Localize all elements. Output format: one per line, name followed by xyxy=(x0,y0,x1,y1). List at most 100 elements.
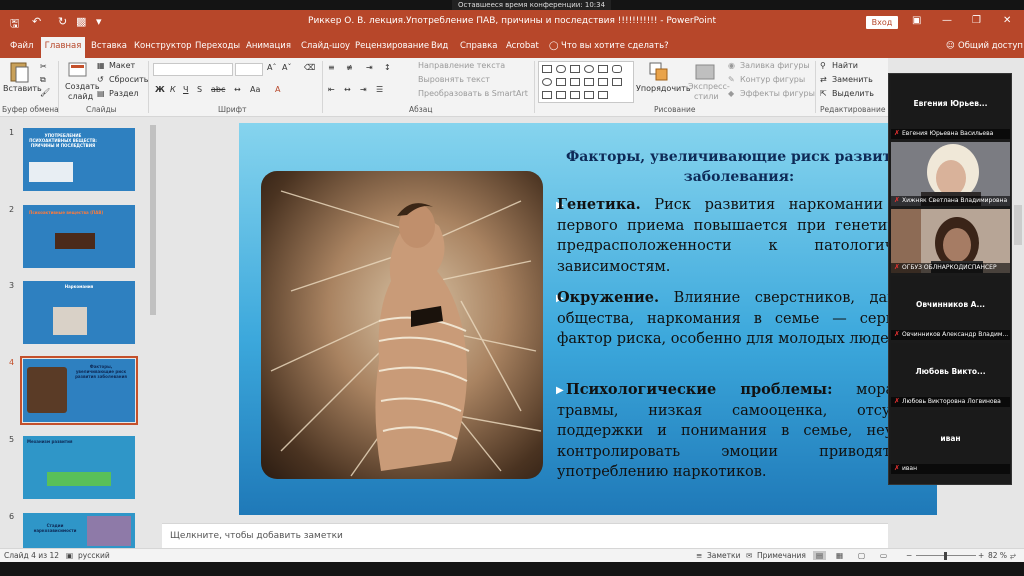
tab-design[interactable]: Конструктор xyxy=(134,41,192,51)
cut-icon[interactable]: ✂ xyxy=(40,62,47,71)
select-button[interactable]: Выделить xyxy=(832,89,874,98)
new-slide-label-1[interactable]: Создать xyxy=(65,82,100,91)
freeform-shape-icon[interactable] xyxy=(556,91,566,99)
comments-toggle[interactable]: Примечания xyxy=(757,551,806,560)
slide-title[interactable]: Факторы, увеличивающие риск развития заб… xyxy=(539,147,937,187)
participant-tile[interactable]: Евгения Юрьев... ✗ Евгения Юрьевна Василь… xyxy=(891,75,1010,139)
font-color-icon[interactable]: A xyxy=(275,85,280,94)
slide-bullet-1[interactable]: Генетика. Риск развития наркомании после… xyxy=(557,195,937,277)
arrange-icon[interactable] xyxy=(648,61,670,83)
shadow-button[interactable]: S xyxy=(197,85,202,94)
participant-tile[interactable]: Любовь Викто... ✗ Любовь Викторовна Логви… xyxy=(891,343,1010,407)
tell-me-search[interactable]: Что вы хотите сделать? xyxy=(561,41,669,51)
new-slide-icon[interactable] xyxy=(68,61,88,79)
participant-tile[interactable]: Овчинников А... ✗ Овчинников Александр Вл… xyxy=(891,276,1010,340)
maximize-icon[interactable]: ❐ xyxy=(972,15,981,26)
align-text-button[interactable]: Выровнять текст xyxy=(418,75,490,84)
quick-styles-label-1[interactable]: Экспресс- xyxy=(688,82,730,91)
font-size-input[interactable] xyxy=(235,63,263,76)
slide-bullet-2[interactable]: Окружение. Влияние сверстников, давление… xyxy=(557,288,937,350)
slide-thumbnail-6[interactable]: Стадии наркозависимости xyxy=(23,513,135,548)
close-icon[interactable]: ✕ xyxy=(1003,15,1011,26)
zoom-slider-handle[interactable] xyxy=(944,552,947,560)
tab-review[interactable]: Рецензирование xyxy=(355,41,429,51)
ribbon-display-icon[interactable]: ▣ xyxy=(912,15,921,26)
clear-format-icon[interactable]: ⌫ xyxy=(304,63,315,72)
sign-in-button[interactable]: Вход xyxy=(866,16,898,29)
notes-toggle[interactable]: Заметки xyxy=(707,551,740,560)
paste-icon[interactable] xyxy=(8,61,30,83)
rectangle-shape-icon[interactable] xyxy=(542,65,552,73)
text-direction-button[interactable]: Направление текста xyxy=(418,61,505,70)
find-button[interactable]: Найти xyxy=(832,61,858,70)
bullets-icon[interactable]: ≡ xyxy=(328,63,335,72)
slide-thumbnail-2[interactable]: Психоактивные вещества (ПАВ) xyxy=(23,205,135,268)
strikethrough-button[interactable]: abc xyxy=(211,85,225,94)
underline-button[interactable]: Ч xyxy=(183,85,188,94)
quick-styles-icon[interactable] xyxy=(694,61,716,83)
section-button[interactable]: Раздел xyxy=(109,89,139,98)
participant-tile[interactable]: иван ✗ иван xyxy=(891,410,1010,474)
tab-acrobat[interactable]: Acrobat xyxy=(506,41,539,51)
numbering-icon[interactable]: ≢ xyxy=(346,63,353,72)
shape-more-icon[interactable] xyxy=(598,91,608,99)
shape-outline-button[interactable]: Контур фигуры xyxy=(740,75,805,84)
zoom-level[interactable]: 82 % xyxy=(988,551,1007,560)
square-shape-icon[interactable] xyxy=(598,65,608,73)
tab-help[interactable]: Справка xyxy=(460,41,497,51)
participant-tile-video[interactable]: ✗ Хижняк Светлана Владимировна xyxy=(891,142,1010,206)
oval-shape-icon[interactable] xyxy=(556,65,566,73)
justify-icon[interactable]: ☰ xyxy=(376,85,383,94)
participants-scrollbar[interactable] xyxy=(1014,205,1022,245)
slide-thumbnail-5[interactable]: Механизм развития xyxy=(23,436,135,499)
callout-shape-icon[interactable] xyxy=(570,91,580,99)
paste-button[interactable]: Вставить xyxy=(3,84,42,93)
triangle-shape-icon[interactable] xyxy=(556,78,566,86)
notes-pane[interactable]: Щелкните, чтобы добавить заметки xyxy=(162,523,888,548)
arc-shape-icon[interactable] xyxy=(542,78,552,86)
shapes-gallery[interactable] xyxy=(538,61,634,103)
zoom-in-icon[interactable]: + xyxy=(978,551,984,560)
slide-sorter-icon[interactable]: ▦ xyxy=(836,551,843,560)
font-grow-icon[interactable]: Aˆ xyxy=(267,63,276,72)
tab-slideshow[interactable]: Слайд-шоу xyxy=(301,41,350,51)
replace-button[interactable]: Заменить xyxy=(832,75,873,84)
tab-transitions[interactable]: Переходы xyxy=(195,41,240,51)
circle-shape-icon[interactable] xyxy=(584,65,594,73)
language-indicator[interactable]: русский xyxy=(78,551,110,560)
tab-view[interactable]: Вид xyxy=(431,41,448,51)
line-spacing-icon[interactable]: ↕ xyxy=(384,63,391,72)
format-painter-icon[interactable]: 🖌 xyxy=(40,88,50,97)
change-case-icon[interactable]: Aa xyxy=(250,85,260,94)
slideshow-view-icon[interactable]: ▭ xyxy=(880,551,887,560)
copy-icon[interactable]: ⧉ xyxy=(40,75,46,85)
align-right-icon[interactable]: ⇥ xyxy=(360,85,367,94)
char-spacing-icon[interactable]: ↔ xyxy=(234,85,241,94)
slide-bullet-3[interactable]: Психологические проблемы: моральные трав… xyxy=(557,380,937,483)
minimize-icon[interactable]: — xyxy=(942,15,952,26)
indent-icon[interactable]: ⇥ xyxy=(366,63,373,72)
slide-thumbnail-1[interactable]: УПОТРЕБЛЕНИЕ ПСИХОАКТИВНЫХ ВЕЩЕСТВ: ПРИЧ… xyxy=(23,128,135,191)
normal-view-icon[interactable]: ▤ xyxy=(813,551,827,560)
align-center-icon[interactable]: ↔ xyxy=(344,85,351,94)
quick-styles-label-2[interactable]: стили xyxy=(694,92,719,101)
font-name-input[interactable] xyxy=(153,63,233,76)
arrange-button[interactable]: Упорядочить xyxy=(636,84,691,93)
slide-photo[interactable] xyxy=(261,171,543,479)
current-slide[interactable]: Факторы, увеличивающие риск развития заб… xyxy=(239,123,937,515)
italic-button[interactable]: К xyxy=(170,85,176,94)
arrow-shape-icon[interactable] xyxy=(584,78,594,86)
font-shrink-icon[interactable]: Aˇ xyxy=(282,63,291,72)
zoom-out-icon[interactable]: − xyxy=(906,551,912,560)
tab-file[interactable]: Файл xyxy=(10,41,33,51)
rounded-shape-icon[interactable] xyxy=(612,65,622,73)
bracket-shape-icon[interactable] xyxy=(584,91,594,99)
layout-button[interactable]: Макет xyxy=(109,61,135,70)
scrollbar-thumb[interactable] xyxy=(150,125,156,315)
share-button[interactable]: Общий доступ xyxy=(958,41,1023,51)
fit-slide-icon[interactable]: ⥂ xyxy=(1010,551,1016,561)
participant-tile-video[interactable]: ✗ ОГБУЗ ОБЛНАРКОДИСПАНСЕР xyxy=(891,209,1010,273)
smartart-button[interactable]: Преобразовать в SmartArt xyxy=(418,89,528,98)
shape-fill-button[interactable]: Заливка фигуры xyxy=(740,61,810,70)
slide-thumbnail-4[interactable]: Факторы, увеличивающие риск развития заб… xyxy=(20,356,138,425)
